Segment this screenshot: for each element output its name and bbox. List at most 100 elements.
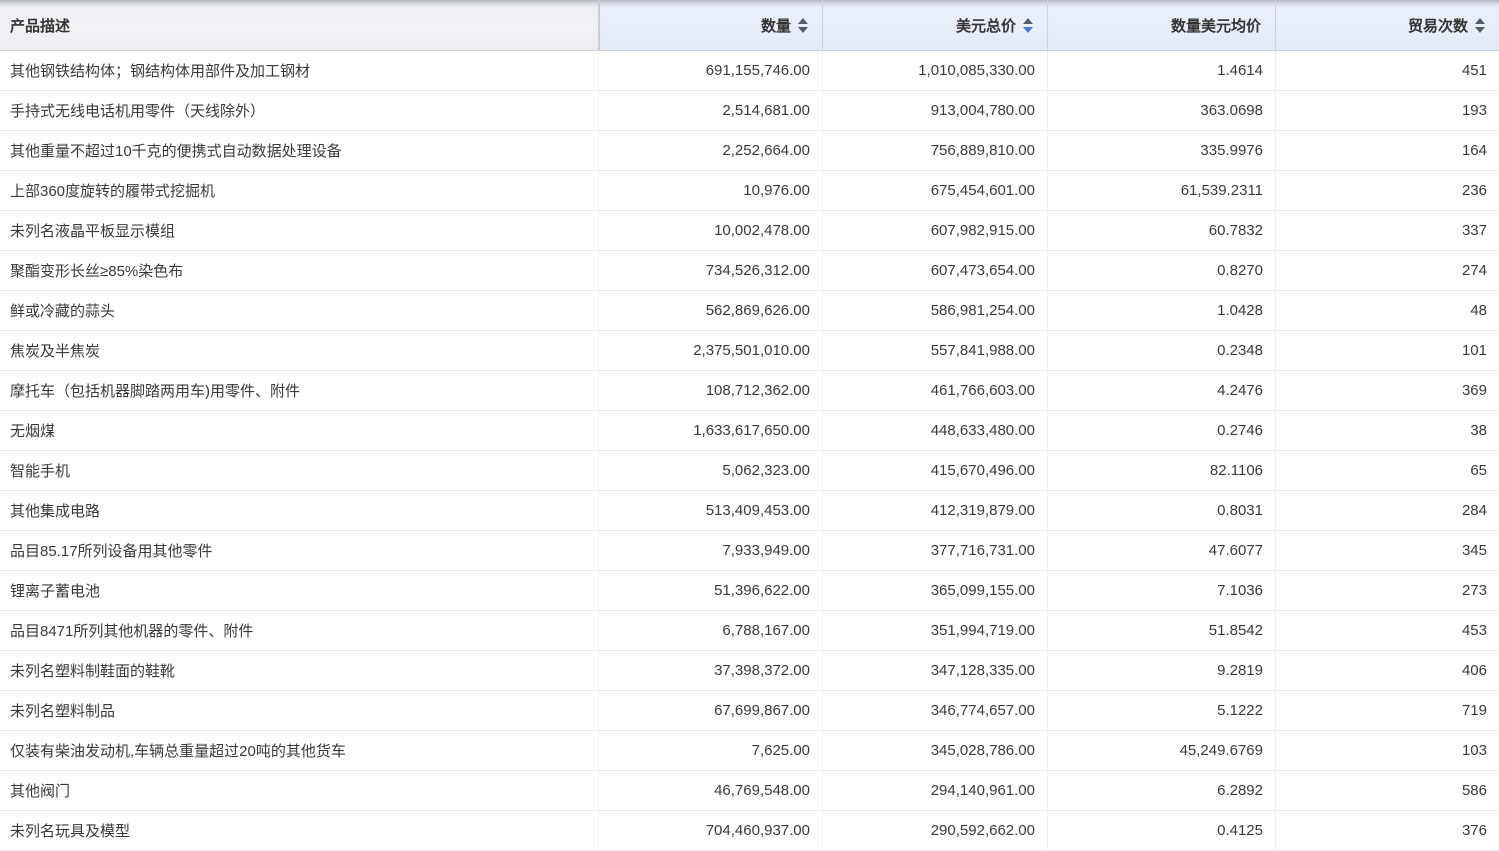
table-row: 上部360度旋转的履带式挖掘机10,976.00675,454,601.0061… — [0, 171, 1499, 211]
cell-count: 376 — [1275, 811, 1499, 851]
cell-desc: 聚酯变形长丝≥85%染色布 — [0, 251, 598, 291]
cell-usd: 756,889,810.00 — [822, 131, 1047, 171]
cell-count: 164 — [1275, 131, 1499, 171]
cell-count: 65 — [1275, 451, 1499, 491]
cell-avg: 0.8031 — [1047, 491, 1275, 531]
cell-usd: 607,473,654.00 — [822, 251, 1047, 291]
cell-usd: 377,716,731.00 — [822, 531, 1047, 571]
cell-usd: 412,319,879.00 — [822, 491, 1047, 531]
table-row: 手持式无线电话机用零件（天线除外）2,514,681.00913,004,780… — [0, 91, 1499, 131]
cell-count: 369 — [1275, 371, 1499, 411]
trade-products-table: 产品描述 数量 美元总价 数量美元均价 — [0, 0, 1499, 851]
cell-desc: 锂离子蓄电池 — [0, 571, 598, 611]
cell-desc: 智能手机 — [0, 451, 598, 491]
cell-desc: 其他集成电路 — [0, 491, 598, 531]
cell-qty: 67,699,867.00 — [598, 691, 822, 731]
table-row: 聚酯变形长丝≥85%染色布734,526,312.00607,473,654.0… — [0, 251, 1499, 291]
cell-qty: 6,788,167.00 — [598, 611, 822, 651]
cell-usd: 365,099,155.00 — [822, 571, 1047, 611]
table-row: 智能手机5,062,323.00415,670,496.0082.110665 — [0, 451, 1499, 491]
table-row: 锂离子蓄电池51,396,622.00365,099,155.007.10362… — [0, 571, 1499, 611]
cell-usd: 347,128,335.00 — [822, 651, 1047, 691]
cell-qty: 5,062,323.00 — [598, 451, 822, 491]
cell-qty: 2,375,501,010.00 — [598, 331, 822, 371]
cell-avg: 4.2476 — [1047, 371, 1275, 411]
cell-desc: 未列名塑料制品 — [0, 691, 598, 731]
sort-icon[interactable] — [798, 18, 808, 33]
cell-count: 453 — [1275, 611, 1499, 651]
table-row: 其他重量不超过10千克的便携式自动数据处理设备2,252,664.00756,8… — [0, 131, 1499, 171]
table-row: 未列名玩具及模型704,460,937.00290,592,662.000.41… — [0, 811, 1499, 851]
column-header-unit-price: 数量美元均价 — [1047, 0, 1275, 51]
cell-count: 236 — [1275, 171, 1499, 211]
cell-desc: 无烟煤 — [0, 411, 598, 451]
cell-avg: 7.1036 — [1047, 571, 1275, 611]
cell-usd: 607,982,915.00 — [822, 211, 1047, 251]
column-header-quantity[interactable]: 数量 — [598, 0, 822, 51]
cell-desc: 上部360度旋转的履带式挖掘机 — [0, 171, 598, 211]
cell-qty: 10,002,478.00 — [598, 211, 822, 251]
cell-qty: 691,155,746.00 — [598, 51, 822, 91]
cell-qty: 46,769,548.00 — [598, 771, 822, 811]
table-row: 摩托车（包括机器脚踏两用车)用零件、附件108,712,362.00461,76… — [0, 371, 1499, 411]
cell-desc: 摩托车（包括机器脚踏两用车)用零件、附件 — [0, 371, 598, 411]
cell-usd: 351,994,719.00 — [822, 611, 1047, 651]
cell-qty: 7,933,949.00 — [598, 531, 822, 571]
column-label: 数量美元均价 — [1171, 15, 1261, 36]
table-body: 其他钢铁结构体；钢结构体用部件及加工钢材691,155,746.001,010,… — [0, 51, 1499, 851]
cell-qty: 51,396,622.00 — [598, 571, 822, 611]
cell-count: 586 — [1275, 771, 1499, 811]
table-row: 品目8471所列其他机器的零件、附件6,788,167.00351,994,71… — [0, 611, 1499, 651]
cell-count: 48 — [1275, 291, 1499, 331]
cell-usd: 294,140,961.00 — [822, 771, 1047, 811]
table-row: 无烟煤1,633,617,650.00448,633,480.000.27463… — [0, 411, 1499, 451]
cell-desc: 其他钢铁结构体；钢结构体用部件及加工钢材 — [0, 51, 598, 91]
cell-qty: 108,712,362.00 — [598, 371, 822, 411]
cell-count: 193 — [1275, 91, 1499, 131]
cell-avg: 1.4614 — [1047, 51, 1275, 91]
column-header-product-description: 产品描述 — [0, 0, 598, 51]
cell-qty: 1,633,617,650.00 — [598, 411, 822, 451]
cell-avg: 51.8542 — [1047, 611, 1275, 651]
cell-desc: 未列名塑料制鞋面的鞋靴 — [0, 651, 598, 691]
sort-icon[interactable] — [1023, 18, 1033, 33]
cell-count: 406 — [1275, 651, 1499, 691]
table-row: 其他集成电路513,409,453.00412,319,879.000.8031… — [0, 491, 1499, 531]
cell-qty: 704,460,937.00 — [598, 811, 822, 851]
table-row: 品目85.17所列设备用其他零件7,933,949.00377,716,731.… — [0, 531, 1499, 571]
cell-usd: 346,774,657.00 — [822, 691, 1047, 731]
cell-avg: 1.0428 — [1047, 291, 1275, 331]
cell-desc: 未列名液晶平板显示模组 — [0, 211, 598, 251]
cell-qty: 7,625.00 — [598, 731, 822, 771]
cell-count: 337 — [1275, 211, 1499, 251]
table-row: 其他钢铁结构体；钢结构体用部件及加工钢材691,155,746.001,010,… — [0, 51, 1499, 91]
cell-count: 103 — [1275, 731, 1499, 771]
cell-desc: 未列名玩具及模型 — [0, 811, 598, 851]
cell-avg: 0.2348 — [1047, 331, 1275, 371]
cell-usd: 913,004,780.00 — [822, 91, 1047, 131]
cell-count: 284 — [1275, 491, 1499, 531]
cell-avg: 6.2892 — [1047, 771, 1275, 811]
cell-count: 101 — [1275, 331, 1499, 371]
column-header-usd-total[interactable]: 美元总价 — [822, 0, 1047, 51]
cell-qty: 10,976.00 — [598, 171, 822, 211]
table-row: 未列名塑料制鞋面的鞋靴37,398,372.00347,128,335.009.… — [0, 651, 1499, 691]
cell-qty: 2,514,681.00 — [598, 91, 822, 131]
cell-desc: 品目85.17所列设备用其他零件 — [0, 531, 598, 571]
cell-avg: 5.1222 — [1047, 691, 1275, 731]
column-label: 数量 — [761, 15, 791, 36]
column-header-trade-count[interactable]: 贸易次数 — [1275, 0, 1499, 51]
cell-desc: 品目8471所列其他机器的零件、附件 — [0, 611, 598, 651]
cell-desc: 其他阀门 — [0, 771, 598, 811]
table-row: 鲜或冷藏的蒜头562,869,626.00586,981,254.001.042… — [0, 291, 1499, 331]
sort-icon[interactable] — [1475, 18, 1485, 33]
cell-avg: 61,539.2311 — [1047, 171, 1275, 211]
table-row: 其他阀门46,769,548.00294,140,961.006.2892586 — [0, 771, 1499, 811]
table-header-row: 产品描述 数量 美元总价 数量美元均价 — [0, 0, 1499, 51]
cell-avg: 0.8270 — [1047, 251, 1275, 291]
table-row: 仅装有柴油发动机,车辆总重量超过20吨的其他货车7,625.00345,028,… — [0, 731, 1499, 771]
table-row: 未列名液晶平板显示模组10,002,478.00607,982,915.0060… — [0, 211, 1499, 251]
cell-count: 273 — [1275, 571, 1499, 611]
cell-usd: 557,841,988.00 — [822, 331, 1047, 371]
cell-qty: 513,409,453.00 — [598, 491, 822, 531]
